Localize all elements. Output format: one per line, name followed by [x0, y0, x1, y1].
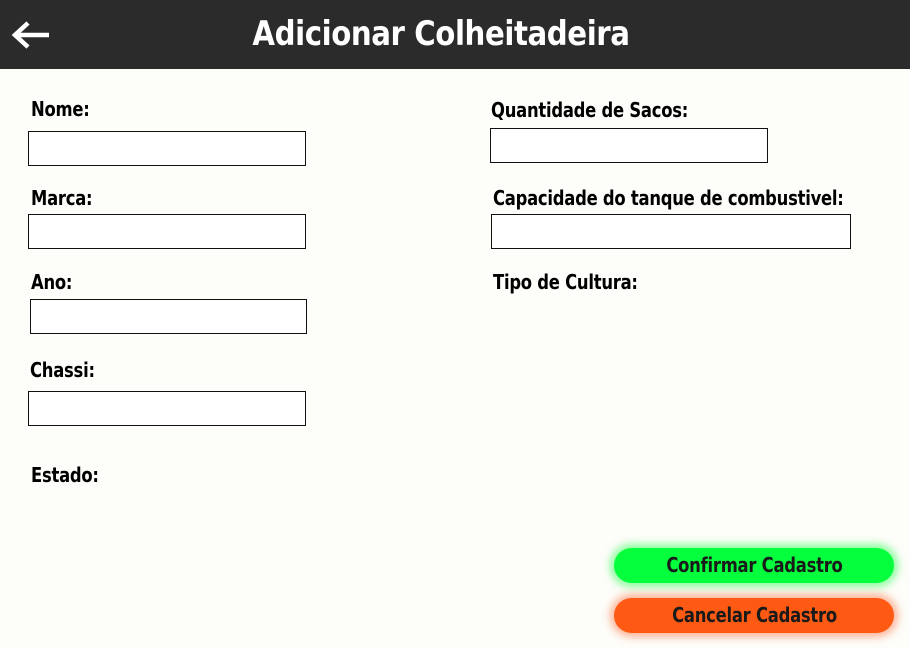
back-button[interactable] [10, 16, 52, 54]
chassi-field[interactable] [28, 391, 306, 426]
nome-field[interactable] [28, 131, 306, 166]
marca-label: Marca: [31, 186, 93, 210]
cancel-button[interactable]: Cancelar Cadastro [614, 598, 894, 633]
marca-field[interactable] [28, 214, 306, 249]
capacidade-tanque-label: Capacidade do tanque de combustivel: [493, 186, 844, 210]
confirm-button[interactable]: Confirmar Cadastro [614, 548, 894, 583]
chassi-label: Chassi: [30, 358, 95, 382]
ano-label: Ano: [31, 270, 73, 294]
header-bar: Adicionar Colheitadeira [0, 0, 910, 69]
quantidade-sacos-field[interactable] [490, 128, 768, 163]
arrow-left-icon [11, 21, 49, 49]
quantidade-sacos-label: Quantidade de Sacos: [491, 98, 689, 122]
capacidade-tanque-field[interactable] [491, 214, 851, 249]
tipo-cultura-label: Tipo de Cultura: [493, 270, 638, 294]
estado-label: Estado: [31, 463, 99, 487]
confirm-button-label: Confirmar Cadastro [665, 553, 843, 577]
page-title: Adicionar Colheitadeira [252, 14, 630, 54]
nome-label: Nome: [31, 97, 90, 121]
ano-field[interactable] [30, 299, 307, 334]
cancel-button-label: Cancelar Cadastro [671, 603, 837, 627]
